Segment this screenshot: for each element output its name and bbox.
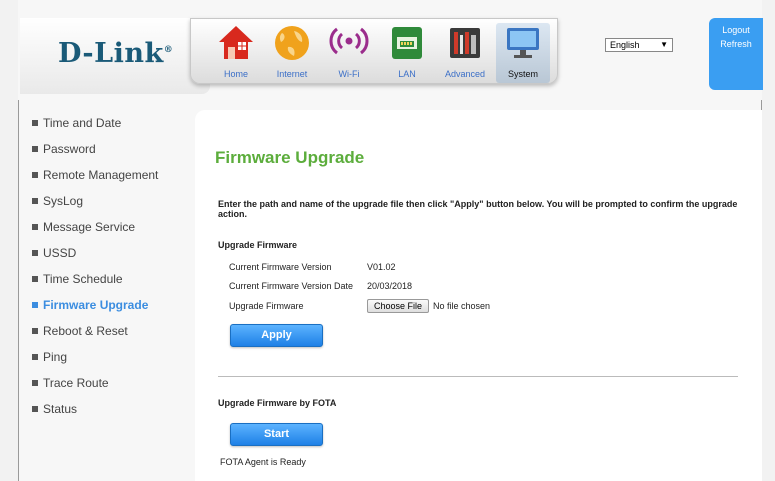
- apply-button[interactable]: Apply: [230, 324, 323, 347]
- logo-text: D-Link: [58, 38, 164, 69]
- current-version-value: V01.02: [367, 262, 396, 272]
- sidebar-item-label: Reboot & Reset: [43, 324, 128, 338]
- sidebar-item-time-schedule[interactable]: Time Schedule: [32, 270, 123, 288]
- bullet-icon: [32, 250, 38, 256]
- sidebar-item-label: Time Schedule: [43, 272, 123, 286]
- bullet-icon: [32, 172, 38, 178]
- sidebar-item-label: Remote Management: [43, 168, 159, 182]
- bullet-icon: [32, 146, 38, 152]
- sidebar-item-label: SysLog: [43, 194, 84, 208]
- fota-heading: Upgrade Firmware by FOTA: [218, 398, 337, 408]
- sidebar-item-ussd[interactable]: USSD: [32, 244, 76, 262]
- wifi-icon: [329, 27, 369, 55]
- page-title: Firmware Upgrade: [215, 148, 365, 167]
- bullet-icon: [32, 198, 38, 204]
- current-version-label: Current Firmware Version: [229, 262, 332, 272]
- sidebar-item-label: USSD: [43, 246, 77, 260]
- globe-icon: [275, 26, 309, 60]
- nav-label-wifi: Wi-Fi: [338, 69, 360, 79]
- start-button[interactable]: Start: [230, 423, 323, 446]
- monitor-icon: [507, 28, 539, 58]
- choose-file-button[interactable]: Choose File: [367, 299, 429, 313]
- section-divider: [218, 376, 738, 377]
- bullet-icon: [32, 302, 38, 308]
- nav-item-system[interactable]: System: [496, 23, 550, 83]
- nav-label-lan: LAN: [398, 69, 416, 79]
- nav-item-wifi[interactable]: Wi-Fi: [322, 23, 376, 83]
- nav-label-home: Home: [223, 69, 248, 79]
- sidebar-item-label: Message Service: [43, 220, 136, 234]
- current-date-value: 20/03/2018: [367, 281, 413, 291]
- current-date-label: Current Firmware Version Date: [229, 281, 354, 291]
- sidebar-item-label: Password: [43, 142, 96, 156]
- sidebar: Time and Date Password Remote Management…: [20, 106, 190, 481]
- bullet-icon: [32, 328, 38, 334]
- tools-icon: [450, 28, 480, 58]
- sidebar-item-password[interactable]: Password: [32, 140, 96, 158]
- bullet-icon: [32, 406, 38, 412]
- dlink-logo: D-Link®: [58, 38, 173, 69]
- bullet-icon: [32, 380, 38, 386]
- sidebar-item-ping[interactable]: Ping: [32, 348, 67, 366]
- bullet-icon: [32, 120, 38, 126]
- account-panel: Logout Refresh: [709, 18, 763, 90]
- nav-label-advanced: Advanced: [444, 69, 486, 79]
- language-selected-value: English: [610, 40, 640, 50]
- logo-registered-mark: ®: [163, 45, 174, 55]
- nav-item-advanced[interactable]: Advanced: [438, 23, 492, 83]
- bullet-icon: [32, 224, 38, 230]
- refresh-link[interactable]: Refresh: [709, 39, 763, 49]
- nav-item-lan[interactable]: LAN: [380, 23, 434, 83]
- sidebar-item-status[interactable]: Status: [32, 400, 77, 418]
- sidebar-item-label: Trace Route: [43, 376, 109, 390]
- sidebar-item-label: Time and Date: [43, 116, 122, 130]
- sidebar-item-label: Status: [43, 402, 78, 416]
- sidebar-item-firmware-upgrade[interactable]: Firmware Upgrade: [32, 296, 148, 314]
- bullet-icon: [32, 276, 38, 282]
- nav-label-internet: Internet: [276, 69, 308, 79]
- lan-icon: [392, 27, 422, 59]
- intro-text: Enter the path and name of the upgrade f…: [218, 199, 738, 219]
- upgrade-firmware-heading: Upgrade Firmware: [218, 240, 298, 250]
- home-icon: [219, 26, 253, 59]
- sidebar-item-remote-management[interactable]: Remote Management: [32, 166, 158, 184]
- main-nav: Home Internet Wi-Fi LAN Advanced System: [190, 18, 558, 84]
- dropdown-arrow-icon: ▼: [660, 40, 668, 49]
- upgrade-firmware-label: Upgrade Firmware: [229, 301, 304, 311]
- sidebar-item-trace-route[interactable]: Trace Route: [32, 374, 109, 392]
- language-select[interactable]: English ▼: [605, 38, 673, 52]
- sidebar-item-label: Ping: [43, 350, 68, 364]
- bullet-icon: [32, 354, 38, 360]
- sidebar-item-time-and-date[interactable]: Time and Date: [32, 114, 121, 132]
- nav-item-home[interactable]: Home: [209, 23, 263, 83]
- logout-link[interactable]: Logout: [709, 25, 763, 35]
- fota-status-text: FOTA Agent is Ready: [220, 457, 306, 467]
- no-file-chosen-text: No file chosen: [433, 301, 491, 311]
- nav-label-system: System: [507, 69, 538, 79]
- sidebar-item-message-service[interactable]: Message Service: [32, 218, 135, 236]
- nav-item-internet[interactable]: Internet: [265, 23, 319, 83]
- sidebar-item-reboot-reset[interactable]: Reboot & Reset: [32, 322, 128, 340]
- sidebar-item-label: Firmware Upgrade: [43, 298, 149, 312]
- sidebar-item-syslog[interactable]: SysLog: [32, 192, 83, 210]
- main-content: Firmware Upgrade Enter the path and name…: [195, 110, 762, 481]
